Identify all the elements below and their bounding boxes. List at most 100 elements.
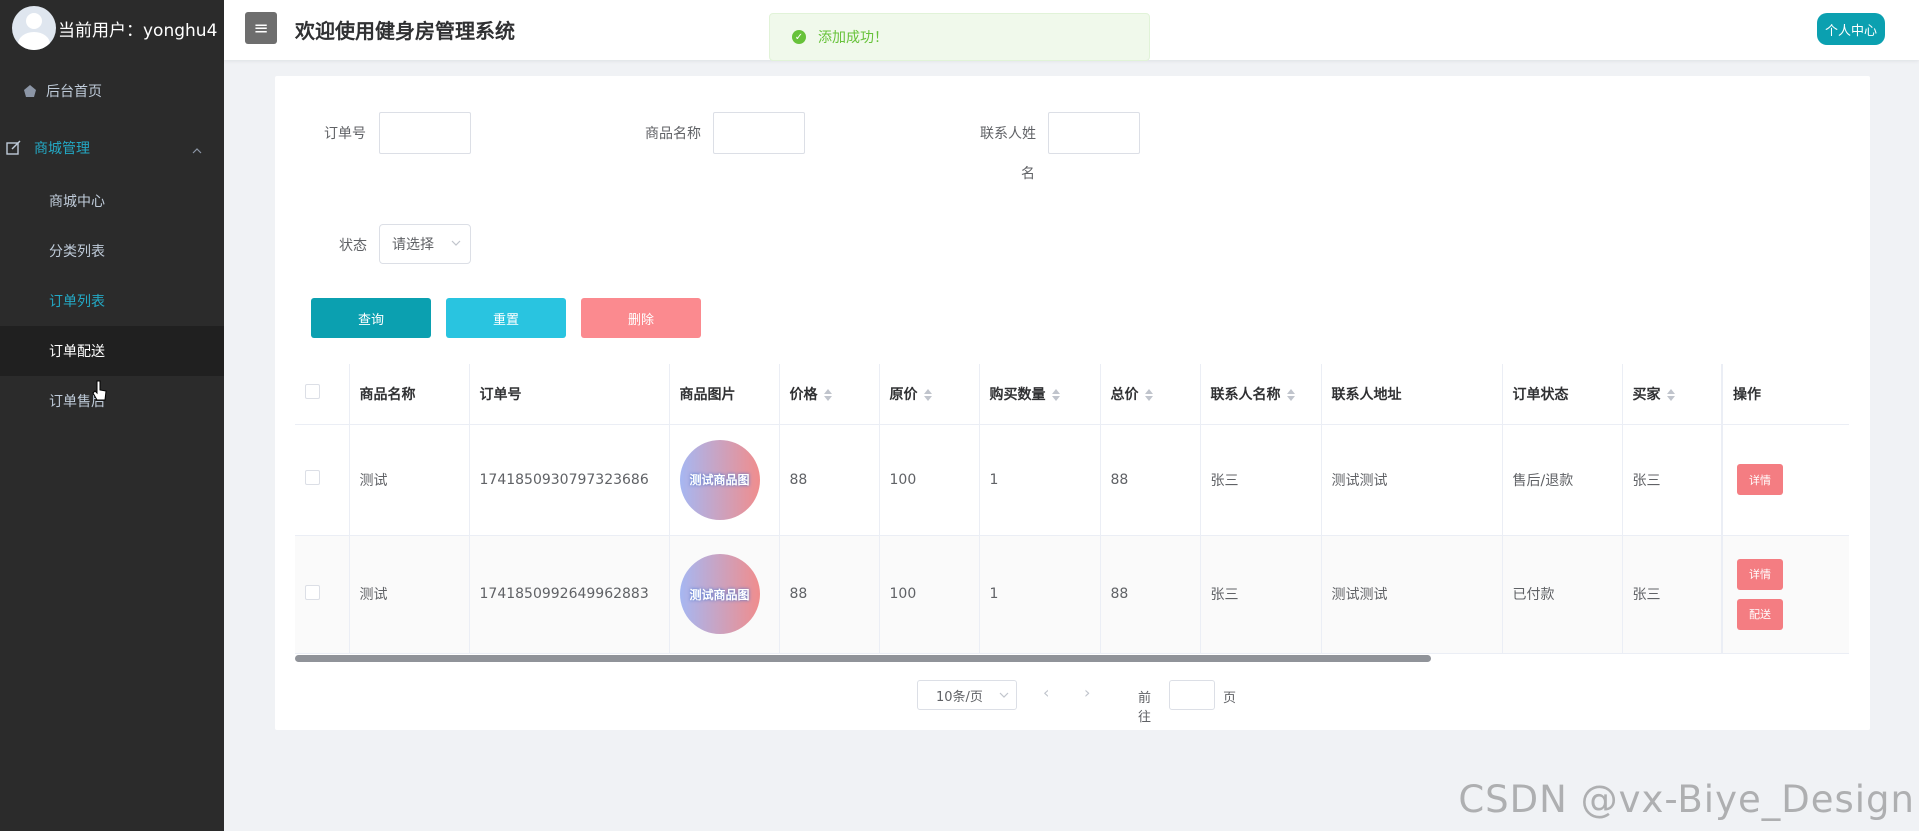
prev-page-icon[interactable]: ‹: [1043, 683, 1049, 702]
product-image-text: 测试商品图: [689, 587, 750, 602]
cell-price: 88: [779, 535, 880, 654]
sidebar-group-label: 商城管理: [34, 141, 90, 157]
avatar: [12, 6, 56, 50]
row-checkbox[interactable]: [305, 584, 320, 600]
col-header-sortable[interactable]: 购买数量: [979, 364, 1101, 425]
sidebar-item-label: 订单配送: [49, 344, 105, 360]
table-header-row: 商品名称 订单号 商品图片 价格 原价 购买数量 总价 联系人名称 联系人地址 …: [295, 364, 1849, 425]
sort-icon[interactable]: [923, 388, 932, 401]
sort-icon[interactable]: [1144, 388, 1153, 401]
sidebar-item-category-list[interactable]: 分类列表: [0, 226, 224, 276]
cell-address: 测试测试: [1321, 535, 1503, 654]
sort-icon[interactable]: [823, 388, 832, 401]
col-header-sortable[interactable]: 买家: [1622, 364, 1723, 425]
next-page-icon[interactable]: ›: [1084, 683, 1090, 702]
row-select-cell: [295, 535, 350, 654]
col-header-sortable[interactable]: 联系人名称: [1200, 364, 1322, 425]
cell-buyer: 张三: [1622, 424, 1723, 536]
current-user-label: 当前用户：yonghu4: [58, 20, 218, 41]
cell-original-price: 100: [879, 424, 980, 536]
user-info: 当前用户：yonghu4: [0, 0, 224, 56]
scrollbar-thumb[interactable]: [295, 655, 1431, 662]
col-header-label: 联系人名称: [1210, 386, 1281, 403]
chevron-down-icon: [999, 689, 1009, 704]
contact-name-input[interactable]: [1048, 112, 1140, 154]
status-label: 状态: [339, 238, 367, 254]
sidebar-group-mall[interactable]: 商城管理: [0, 123, 224, 173]
col-header-sortable[interactable]: 原价: [879, 364, 980, 425]
cell-product-image: 测试商品图: [669, 424, 780, 536]
cell-order-no: 1741850992649962883: [469, 535, 670, 654]
sort-icon[interactable]: [1666, 388, 1675, 401]
edit-icon: [6, 140, 22, 156]
query-button[interactable]: 查询: [311, 298, 431, 338]
cell-contact: 张三: [1200, 424, 1322, 536]
delivery-button[interactable]: 配送: [1737, 598, 1783, 630]
table-row: 测试 1741850930797323686 测试商品图 88 100 1 88…: [295, 424, 1849, 536]
cell-buyer: 张三: [1622, 535, 1723, 654]
row-select-cell: [295, 424, 350, 536]
sidebar-item-home[interactable]: 后台首页: [0, 66, 224, 116]
col-header-label: 总价: [1110, 386, 1139, 403]
cell-address: 测试测试: [1321, 424, 1503, 536]
detail-button[interactable]: 详情: [1737, 464, 1783, 495]
sidebar-item-order-aftersale[interactable]: 订单售后: [0, 376, 224, 426]
sidebar-item-order-delivery[interactable]: 订单配送: [0, 326, 224, 376]
cell-product-name: 测试: [349, 424, 470, 536]
sidebar-item-label: 后台首页: [46, 84, 102, 100]
orders-table: 商品名称 订单号 商品图片 价格 原价 购买数量 总价 联系人名称 联系人地址 …: [295, 364, 1849, 674]
sidebar-item-order-list[interactable]: 订单列表: [0, 276, 224, 326]
cell-actions: 详情 配送: [1721, 535, 1849, 654]
col-header-label: 买家: [1632, 386, 1661, 403]
cell-status: 已付款: [1502, 535, 1623, 654]
cell-quantity: 1: [979, 424, 1101, 536]
product-image: 测试商品图: [679, 439, 760, 520]
sidebar-item-mall-center[interactable]: 商城中心: [0, 176, 224, 226]
menu-toggle-icon[interactable]: ≡: [245, 12, 277, 44]
product-name-input[interactable]: [713, 112, 805, 154]
table-row: 测试 1741850992649962883 测试商品图 88 100 1 88…: [295, 535, 1849, 654]
reset-button[interactable]: 重置: [446, 298, 566, 338]
sidebar: 当前用户：yonghu4 后台首页 商城管理 商城中心 分类列表 订单列表 订单…: [0, 0, 224, 831]
chevron-up-icon: [192, 142, 202, 158]
col-header-sortable[interactable]: 价格: [779, 364, 880, 425]
cell-original-price: 100: [879, 535, 980, 654]
page-size-select[interactable]: 10条/页: [917, 680, 1017, 710]
sidebar-item-label: 商城中心: [49, 194, 105, 210]
goto-prefix: 前往: [1138, 691, 1152, 725]
sidebar-item-label: 分类列表: [49, 244, 105, 260]
col-header: 商品名称: [349, 364, 470, 425]
col-header: 商品图片: [669, 364, 780, 425]
cell-product-name: 测试: [349, 535, 470, 654]
row-checkbox[interactable]: [305, 470, 320, 485]
sort-icon[interactable]: [1286, 388, 1295, 401]
delete-button[interactable]: 删除: [581, 298, 701, 338]
col-header: 操作: [1721, 364, 1849, 425]
col-header: 订单状态: [1502, 364, 1623, 425]
status-select[interactable]: 请选择: [379, 224, 471, 264]
mouse-cursor-icon: [92, 380, 108, 406]
col-header-sortable[interactable]: 总价: [1100, 364, 1201, 425]
success-toast: ✓ 添加成功！: [769, 13, 1150, 61]
order-no-input[interactable]: [379, 112, 471, 154]
product-image-text: 测试商品图: [689, 473, 750, 487]
select-all-cell: [295, 364, 350, 425]
cell-total: 88: [1100, 424, 1201, 536]
sort-icon[interactable]: [1051, 388, 1060, 401]
detail-button[interactable]: 详情: [1737, 558, 1783, 590]
toast-message: 添加成功！: [818, 30, 888, 46]
goto-page-input[interactable]: [1169, 680, 1215, 710]
contact-name-label-cont: 名: [1021, 166, 1035, 182]
page-title: 欢迎使用健身房管理系统: [295, 19, 515, 43]
status-select-value: 请选择: [392, 237, 434, 253]
cell-order-no: 1741850930797323686: [469, 424, 670, 536]
page-size-value: 10条/页: [936, 689, 983, 705]
sidebar-item-label: 订单列表: [49, 294, 105, 310]
col-header-label: 原价: [889, 386, 918, 403]
profile-button[interactable]: 个人中心: [1817, 13, 1885, 45]
col-header-label: 价格: [789, 386, 818, 403]
horizontal-scrollbar[interactable]: [295, 654, 1849, 662]
product-name-label: 商品名称: [645, 126, 701, 142]
watermark: CSDN @vx-Biye_Design: [1458, 778, 1915, 821]
select-all-checkbox[interactable]: [305, 384, 320, 400]
